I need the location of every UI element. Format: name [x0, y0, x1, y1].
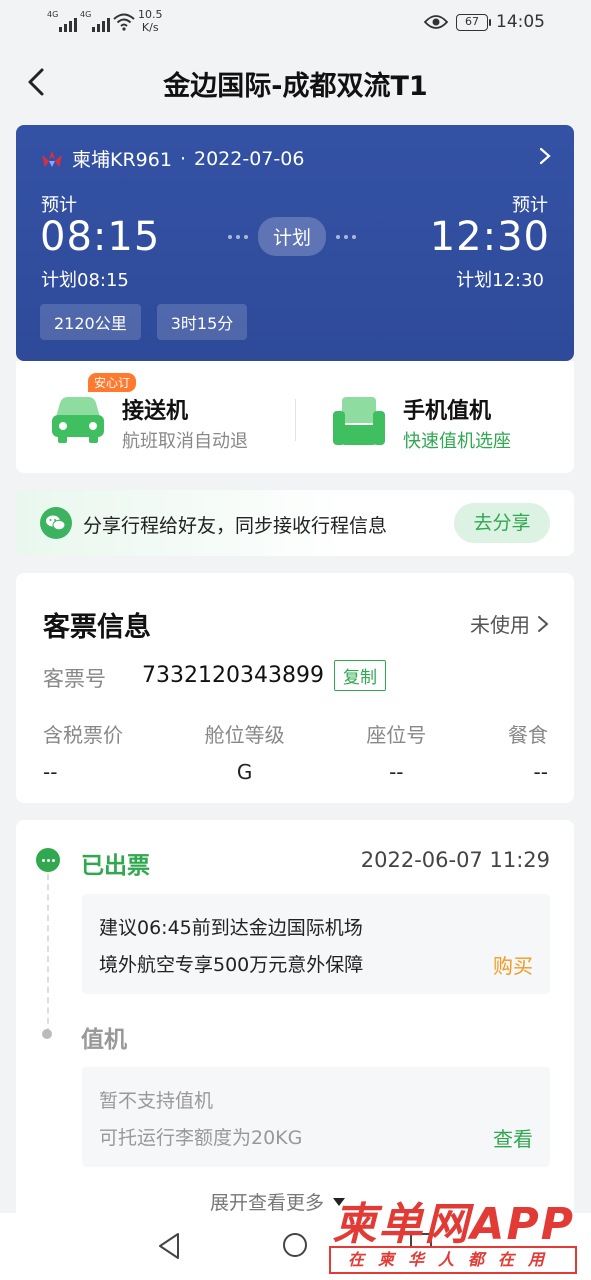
- ticket-number-label: 客票号: [43, 667, 106, 691]
- status-bar: 4G 4G 10.5 K/s 67 14:05: [0, 0, 591, 44]
- checkin-subtitle: 快速值机选座: [403, 431, 511, 452]
- expand-more-button[interactable]: 展开查看更多: [210, 1188, 346, 1215]
- dots-right: [336, 234, 357, 239]
- seat-icon: [333, 397, 385, 445]
- watermark: 柬单网APP 在柬华人都在用: [329, 1188, 583, 1276]
- fare-column: 含税票价 --: [43, 719, 123, 784]
- clock: 14:05: [496, 12, 545, 32]
- network-type-2: 4G: [80, 10, 92, 19]
- ticket-details: 含税票价 -- 舱位等级 G 座位号 -- 餐食 --: [43, 719, 548, 784]
- insurance-offer: 境外航空专享500万元意外保障: [99, 954, 364, 976]
- ticket-status-link[interactable]: 未使用: [470, 609, 550, 638]
- baggage-allowance: 可托运行李额度为20KG: [99, 1127, 303, 1149]
- page-title: 金边国际-成都双流T1: [163, 71, 428, 102]
- arrival-advice: 建议06:45前到达金边国际机场: [99, 917, 363, 939]
- signal-icon-2: 4G: [80, 10, 110, 32]
- flight-card[interactable]: 柬埔KR961 · 2022-07-06 预计 08:15 计划08:15 计划…: [16, 125, 574, 361]
- flight-separator: ·: [179, 147, 186, 170]
- pickup-subtitle: 航班取消自动退: [122, 431, 248, 452]
- seat-value: --: [389, 760, 404, 784]
- ticket-number: 7332120343899: [142, 663, 324, 688]
- speed-value: 10.5: [138, 8, 163, 21]
- checkin-service[interactable]: 手机值机 快速值机选座: [296, 361, 574, 473]
- issued-info-box: 建议06:45前到达金边国际机场 境外航空专享500万元意外保障 购买: [82, 894, 550, 994]
- cabin-header: 舱位等级: [204, 723, 285, 747]
- duration-chip: 3时15分: [156, 304, 248, 340]
- fare-value: --: [43, 760, 58, 784]
- issued-time: 2022-06-07 11:29: [360, 848, 550, 872]
- issued-status: 已出票: [81, 853, 150, 879]
- nav-back-icon[interactable]: [156, 1231, 182, 1261]
- arrival-planned: 计划12:30: [456, 270, 544, 291]
- meal-header: 餐食: [507, 723, 548, 747]
- share-button[interactable]: 去分享: [454, 503, 550, 543]
- signal-icon: 4G: [47, 10, 77, 32]
- flight-number: 柬埔KR961: [72, 149, 172, 171]
- flight-header: 柬埔KR961 · 2022-07-06: [40, 145, 304, 172]
- ticket-info-card: 客票信息 未使用 客票号 7332120343899 复制 含税票价 -- 舱位…: [16, 573, 574, 803]
- view-baggage-button[interactable]: 查看: [493, 1123, 533, 1152]
- status-right: 67 14:05: [424, 12, 545, 32]
- services-card: 安心订 接送机 航班取消自动退 手机值机 快速值机选座: [16, 361, 574, 473]
- checkin-title: 手机值机: [403, 399, 492, 424]
- seat-header: 座位号: [366, 723, 427, 747]
- arrival-time: 12:30: [429, 214, 550, 260]
- checkin-info-box: 暂不支持值机 可托运行李额度为20KG 查看: [82, 1067, 550, 1167]
- departure-time: 08:15: [40, 214, 161, 260]
- cabin-column: 舱位等级 G: [205, 719, 285, 784]
- timeline-active-dot-icon: [36, 848, 60, 872]
- network-speed: 10.5 K/s: [138, 8, 163, 34]
- chevron-right-icon: [539, 147, 551, 165]
- timeline-card: 已出票 2022-06-07 11:29 建议06:45前到达金边国际机场 境外…: [16, 820, 574, 1240]
- flight-chips: 2120公里 3时15分: [40, 304, 248, 340]
- watermark-logo: 柬单网APP: [332, 1199, 575, 1250]
- wifi-icon: [113, 13, 135, 31]
- ticket-status: 未使用: [470, 613, 530, 637]
- battery-icon: 67: [456, 13, 491, 31]
- airline-logo-icon: [42, 150, 62, 167]
- seat-column: 座位号 --: [366, 719, 426, 784]
- chevron-right-icon: [538, 615, 549, 632]
- nav-home-icon[interactable]: [281, 1231, 309, 1259]
- share-banner: 分享行程给好友，同步接收行程信息 去分享: [16, 490, 574, 556]
- car-icon: [52, 397, 104, 443]
- checkin-status: 值机: [81, 1027, 127, 1053]
- ticket-title: 客票信息: [43, 612, 151, 643]
- buy-insurance-button[interactable]: 购买: [493, 950, 533, 979]
- title-bar: 金边国际-成都双流T1: [0, 44, 591, 120]
- timeline-dot: [42, 1029, 52, 1039]
- expand-label: 展开查看更多: [210, 1192, 325, 1214]
- flight-status-pill: 计划: [258, 217, 327, 256]
- pickup-service[interactable]: 安心订 接送机 航班取消自动退: [16, 361, 294, 473]
- checkin-unsupported: 暂不支持值机: [99, 1090, 214, 1112]
- distance-chip: 2120公里: [40, 304, 141, 340]
- dots-left: [228, 234, 248, 239]
- eye-icon: [424, 15, 448, 29]
- cabin-value: G: [236, 760, 253, 784]
- meal-value: --: [533, 760, 548, 784]
- safe-order-badge: 安心订: [88, 373, 137, 392]
- flight-date: 2022-07-06: [193, 147, 305, 170]
- flight-status-center: 计划: [228, 217, 357, 256]
- meal-column: 餐食 --: [508, 719, 548, 784]
- share-text: 分享行程给好友，同步接收行程信息: [83, 515, 388, 537]
- wechat-icon: [40, 507, 72, 539]
- speed-unit: K/s: [141, 21, 159, 34]
- timeline-line: [47, 874, 49, 1034]
- pickup-title: 接送机: [122, 399, 189, 424]
- copy-button[interactable]: 复制: [334, 660, 386, 691]
- network-type-1: 4G: [47, 10, 59, 19]
- fare-header: 含税票价: [43, 723, 123, 747]
- departure-planned: 计划08:15: [41, 270, 129, 291]
- watermark-slogan: 在柬华人都在用: [329, 1246, 577, 1274]
